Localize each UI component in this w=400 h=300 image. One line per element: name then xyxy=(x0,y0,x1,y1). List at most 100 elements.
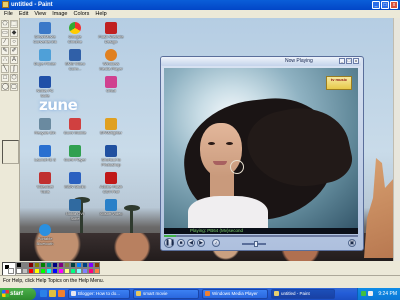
browser-icon xyxy=(71,291,76,296)
media-player-title: Now Playing xyxy=(285,58,313,64)
curve-icon[interactable]: ∫ xyxy=(10,65,18,73)
msn-studio-icon xyxy=(69,172,81,184)
free-select-icon[interactable]: ⬠ xyxy=(1,20,9,28)
dupe-finder-icon xyxy=(39,49,51,61)
desktop-icon: Windows Media Player xyxy=(98,49,124,73)
desktop-icon-label: Xilisoft Video xyxy=(99,211,123,216)
playback-controls: ❚❚ ■ ◀ ▶ ♪ ▣ xyxy=(162,238,362,250)
task-label: Blogger: How to do... xyxy=(78,291,121,296)
bluetooth-icon xyxy=(39,224,51,236)
desktop-icon: Orkut xyxy=(98,76,124,100)
ellipse-icon[interactable]: ◯ xyxy=(1,83,9,91)
fill-bucket-icon[interactable]: ◆ xyxy=(10,29,18,37)
palm-leaves xyxy=(124,205,140,211)
menu-bar: File Edit View Image Colors Help xyxy=(0,10,400,18)
desktop-icon: Dupe Finder xyxy=(32,49,58,73)
media-player-titlebar[interactable]: Now Playing _ □ x xyxy=(161,57,361,66)
vertical-scrollbar[interactable] xyxy=(393,18,400,261)
volume-icon[interactable] xyxy=(368,291,373,296)
magnifier-icon[interactable]: ○ xyxy=(10,38,18,46)
start-button[interactable]: start xyxy=(0,288,36,300)
minimize-button[interactable]: _ xyxy=(372,1,380,9)
eraser-icon[interactable]: ▭ xyxy=(1,29,9,37)
background-color xyxy=(8,268,14,274)
start-label: start xyxy=(10,291,24,297)
desktop-icon-label: Recycle Bin xyxy=(34,130,56,135)
desktop-icon: Google Chrome xyxy=(62,22,88,46)
status-text: For Help, click Help Topics on the Help … xyxy=(3,278,105,284)
mp-close-button[interactable]: x xyxy=(353,58,359,64)
mp-minimize-button[interactable]: _ xyxy=(339,58,345,64)
desktop-icon: Launch IE 8 xyxy=(32,145,58,169)
paint-icon xyxy=(274,291,279,296)
mp-maximize-button[interactable]: □ xyxy=(346,58,352,64)
task-smart-movie[interactable]: smart movie xyxy=(133,289,199,299)
menu-edit[interactable]: Edit xyxy=(17,10,30,18)
canvas-area[interactable]: SmartMovie Converter.lnk Dupe Finder Nok… xyxy=(20,18,394,261)
task-label: Windows Media Player xyxy=(212,291,258,296)
maximize-button[interactable]: □ xyxy=(381,1,389,9)
pause-button[interactable]: ❚❚ xyxy=(164,238,175,248)
channel-logo-text: tv music xyxy=(330,77,348,82)
current-colors[interactable] xyxy=(2,262,16,276)
switch-to-compact-button[interactable]: ▣ xyxy=(348,239,356,247)
polygon-icon[interactable]: ⬡ xyxy=(10,74,18,82)
volume-knob[interactable] xyxy=(254,241,258,247)
raised-hands xyxy=(364,158,394,258)
task-paint[interactable]: untitled - Paint xyxy=(271,289,335,299)
rectangle-icon[interactable]: □ xyxy=(1,74,9,82)
color-swatch[interactable] xyxy=(94,268,100,274)
pencil-icon[interactable]: ✎ xyxy=(1,47,9,55)
task-windows-media-player[interactable]: Windows Media Player xyxy=(202,289,268,299)
text-icon[interactable]: A xyxy=(10,56,18,64)
menu-colors[interactable]: Colors xyxy=(71,10,91,18)
desktop-icon-label: Nokia OVI Suite xyxy=(65,211,85,221)
network-icon[interactable] xyxy=(361,291,366,296)
channel-logo: tv music xyxy=(326,76,352,90)
rounded-rect-icon[interactable]: ▢ xyxy=(10,83,18,91)
brush-icon[interactable]: ✐ xyxy=(10,47,18,55)
tool-options-panel[interactable] xyxy=(2,140,19,164)
menu-view[interactable]: View xyxy=(32,10,48,18)
volume-slider[interactable] xyxy=(242,241,266,247)
previous-button[interactable]: ◀ xyxy=(187,239,195,247)
media-player-window[interactable]: Now Playing _ □ x tv music Playing: PB64… xyxy=(160,56,364,251)
airbrush-icon[interactable]: ∴ xyxy=(1,56,9,64)
desktop-icon-label: Dupe Finder xyxy=(33,61,56,66)
desktop-icon: Flash Website Design xyxy=(98,22,124,46)
desktop-icon: SPAMfighter xyxy=(98,118,124,142)
desktop-icon: VideoGet Tools xyxy=(32,172,58,196)
desktop-icon-label: Gomi Mobile xyxy=(63,130,87,135)
quicklaunch-ie-icon[interactable] xyxy=(40,290,47,297)
desktop-icon-label: SMS Video Conv... xyxy=(65,61,85,71)
color-picker-icon[interactable]: ⁄ xyxy=(1,38,9,46)
task-label: untitled - Paint xyxy=(281,291,310,296)
seek-bar[interactable] xyxy=(164,235,358,237)
desktop-icon: Nokia OVI Suite xyxy=(62,199,88,223)
drawing-canvas[interactable]: SmartMovie Converter.lnk Dupe Finder Nok… xyxy=(20,18,394,261)
task-label: smart movie xyxy=(143,291,168,296)
orkut-icon xyxy=(105,76,117,88)
status-bar: For Help, click Help Topics on the Help … xyxy=(0,275,400,286)
menu-image[interactable]: Image xyxy=(50,10,69,18)
system-tray: 9:24 PM xyxy=(357,288,400,300)
quicklaunch-media-icon[interactable] xyxy=(58,290,65,297)
quicklaunch-folder-icon[interactable] xyxy=(49,290,56,297)
task-blogger[interactable]: Blogger: How to do... xyxy=(68,289,130,299)
mute-button[interactable]: ♪ xyxy=(212,239,220,247)
desktop-icon: Gomi Mobile xyxy=(62,118,88,142)
desktop-icon: Adobe Flash CS4 Prof xyxy=(98,172,124,196)
media-player-icon xyxy=(205,291,210,296)
desktop-icon-label: SPAMfighter xyxy=(99,130,123,135)
menu-file[interactable]: File xyxy=(2,10,15,18)
rect-select-icon[interactable]: ⬚ xyxy=(10,20,18,28)
video-display[interactable]: tv music xyxy=(164,68,358,228)
line-icon[interactable]: ╲ xyxy=(1,65,9,73)
tool-box: ⬠ ⬚ ▭ ◆ ⁄ ○ ✎ ✐ ∴ A ╲ ∫ □ ⬡ ◯ ▢ xyxy=(0,18,20,261)
stop-button[interactable]: ■ xyxy=(177,239,185,247)
menu-help[interactable]: Help xyxy=(93,10,108,18)
close-button[interactable]: x xyxy=(390,1,398,9)
desktop-icon: Recycle Bin xyxy=(32,118,58,142)
next-button[interactable]: ▶ xyxy=(197,239,205,247)
ie-icon xyxy=(39,145,51,157)
